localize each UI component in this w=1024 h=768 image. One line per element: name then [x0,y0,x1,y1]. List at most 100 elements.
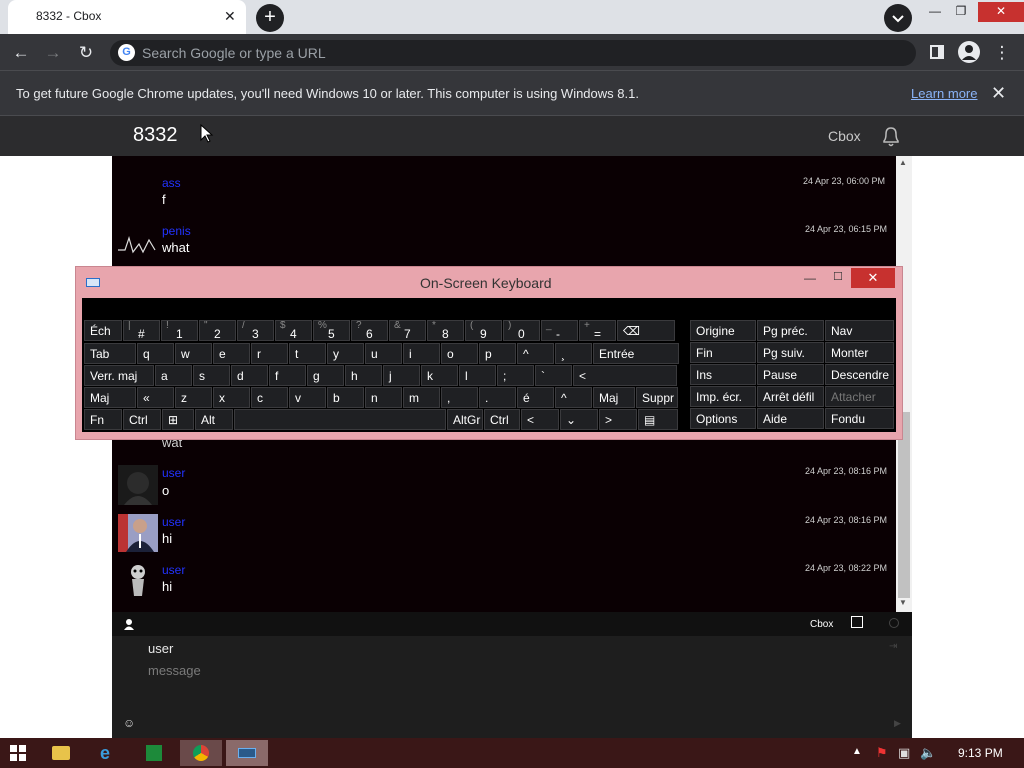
file-explorer-icon[interactable] [52,746,70,760]
osk-key[interactable]: x [213,387,250,408]
forward-icon[interactable]: → [42,42,64,64]
osk-key[interactable]: u [365,343,402,364]
scroll-down-icon[interactable]: ▼ [899,598,907,607]
osk-key[interactable]: . [479,387,516,408]
osk-key[interactable]: Verr. maj [84,365,154,386]
osk-key[interactable]: m [403,387,440,408]
osk-close-button[interactable]: ✕ [851,268,895,288]
learn-more-link[interactable]: Learn more [911,86,977,101]
network-icon[interactable]: ▣ [898,745,910,761]
scroll-up-icon[interactable]: ▲ [899,158,907,167]
osk-key[interactable]: y [327,343,364,364]
osk-key[interactable]: d [231,365,268,386]
osk-key[interactable]: Options [690,408,756,429]
osk-key[interactable]: % 5 [313,320,350,341]
osk-key[interactable]: q [137,343,174,364]
osk-key[interactable]: /3 [237,320,274,341]
osk-key[interactable]: Ins [690,364,756,385]
osk-key[interactable]: ! 1 [161,320,198,341]
osk-key[interactable]: $4 [275,320,312,341]
taskbar-clock[interactable]: 9:13 PM [958,746,1003,760]
osk-key[interactable]: Descendre [825,364,894,385]
tab-close-icon[interactable]: ✕ [224,8,236,25]
tab-search-button[interactable] [884,4,912,32]
store-icon[interactable] [146,745,162,761]
footer-brand-link[interactable]: Cbox [810,619,833,630]
menu-dots-icon[interactable]: ⋮ [991,42,1013,64]
osk-key[interactable]: Suppr [636,387,678,408]
osk-key[interactable]: Ctrl [123,409,161,430]
osk-key[interactable]: AltGr [447,409,483,430]
osk-minimize-button[interactable]: — [804,271,816,285]
reload-icon[interactable]: ↻ [75,42,97,64]
popout-icon[interactable] [851,616,863,628]
osk-key[interactable]: ^ [517,343,554,364]
osk-key[interactable]: t [289,343,326,364]
osk-key[interactable] [234,409,446,430]
osk-key[interactable]: w [175,343,212,364]
osk-key[interactable]: ) 0 [503,320,540,341]
osk-key[interactable]: > [599,409,637,430]
osk-key[interactable]: a [155,365,192,386]
name-field[interactable]: user [148,641,173,656]
message-field[interactable]: message [148,663,201,678]
osk-key[interactable]: , [441,387,478,408]
osk-key[interactable]: Tab [84,343,136,364]
osk-key[interactable]: b [327,387,364,408]
osk-key[interactable]: (9 [465,320,502,341]
osk-key[interactable]: z [175,387,212,408]
message-username[interactable]: user [162,563,185,577]
osk-key[interactable]: ? 6 [351,320,388,341]
osk-key[interactable]: Alt [195,409,233,430]
osk-key[interactable]: " 2 [199,320,236,341]
osk-key[interactable]: Maj [84,387,136,408]
osk-key[interactable]: p [479,343,516,364]
osk-key[interactable]: s [193,365,230,386]
side-panel-icon[interactable] [930,45,944,59]
login-icon[interactable]: ⇥ [889,641,897,652]
action-center-flag-icon[interactable]: ⚑ [876,745,888,761]
tray-chevron-icon[interactable]: ▲ [852,746,862,757]
osk-key[interactable]: Arrêt défil [757,386,824,407]
osk-key[interactable]: Pg préc. [757,320,824,341]
osk-key[interactable]: Fondu [825,408,894,429]
message-username[interactable]: user [162,466,185,480]
osk-key[interactable]: ; [497,365,534,386]
osk-key[interactable]: e [213,343,250,364]
osk-key[interactable]: * 8 [427,320,464,341]
osk-key[interactable]: < [573,365,677,386]
osk-key[interactable]: + = [579,320,616,341]
osk-key[interactable]: j [383,365,420,386]
osk-key[interactable]: Entrée [593,343,679,364]
osk-key[interactable]: r [251,343,288,364]
osk-key[interactable]: ¸ [555,343,592,364]
message-username[interactable]: penis [162,224,191,238]
osk-key[interactable]: Origine [690,320,756,341]
volume-muted-icon[interactable]: 🔈 [920,745,936,761]
osk-key[interactable]: ^ [555,387,592,408]
osk-key[interactable]: h [345,365,382,386]
bell-icon[interactable] [880,124,902,148]
osk-key[interactable]: | # [123,320,160,341]
osk-key[interactable]: Pg suiv. [757,342,824,363]
osk-key[interactable]: n [365,387,402,408]
osk-key[interactable]: Pause [757,364,824,385]
osk-key[interactable]: Monter [825,342,894,363]
osk-key[interactable]: v [289,387,326,408]
osk-key[interactable]: Nav [825,320,894,341]
profile-avatar-icon[interactable] [958,41,980,63]
osk-key[interactable]: c [251,387,288,408]
message-username[interactable]: ass [162,176,181,190]
osk-key[interactable]: ⊞ [162,409,194,430]
internet-explorer-icon[interactable]: e [100,743,110,764]
osk-key[interactable]: & 7 [389,320,426,341]
osk-key[interactable]: Aide [757,408,824,429]
osk-key[interactable]: Fin [690,342,756,363]
osk-key[interactable]: Maj [593,387,635,408]
osk-key[interactable]: Attacher [825,386,894,407]
osk-key[interactable]: « [137,387,174,408]
osk-key[interactable]: ⌄ [560,409,598,430]
message-username[interactable]: user [162,515,185,529]
osk-key[interactable]: Fn [84,409,122,430]
osk-key[interactable]: _ - [541,320,578,341]
